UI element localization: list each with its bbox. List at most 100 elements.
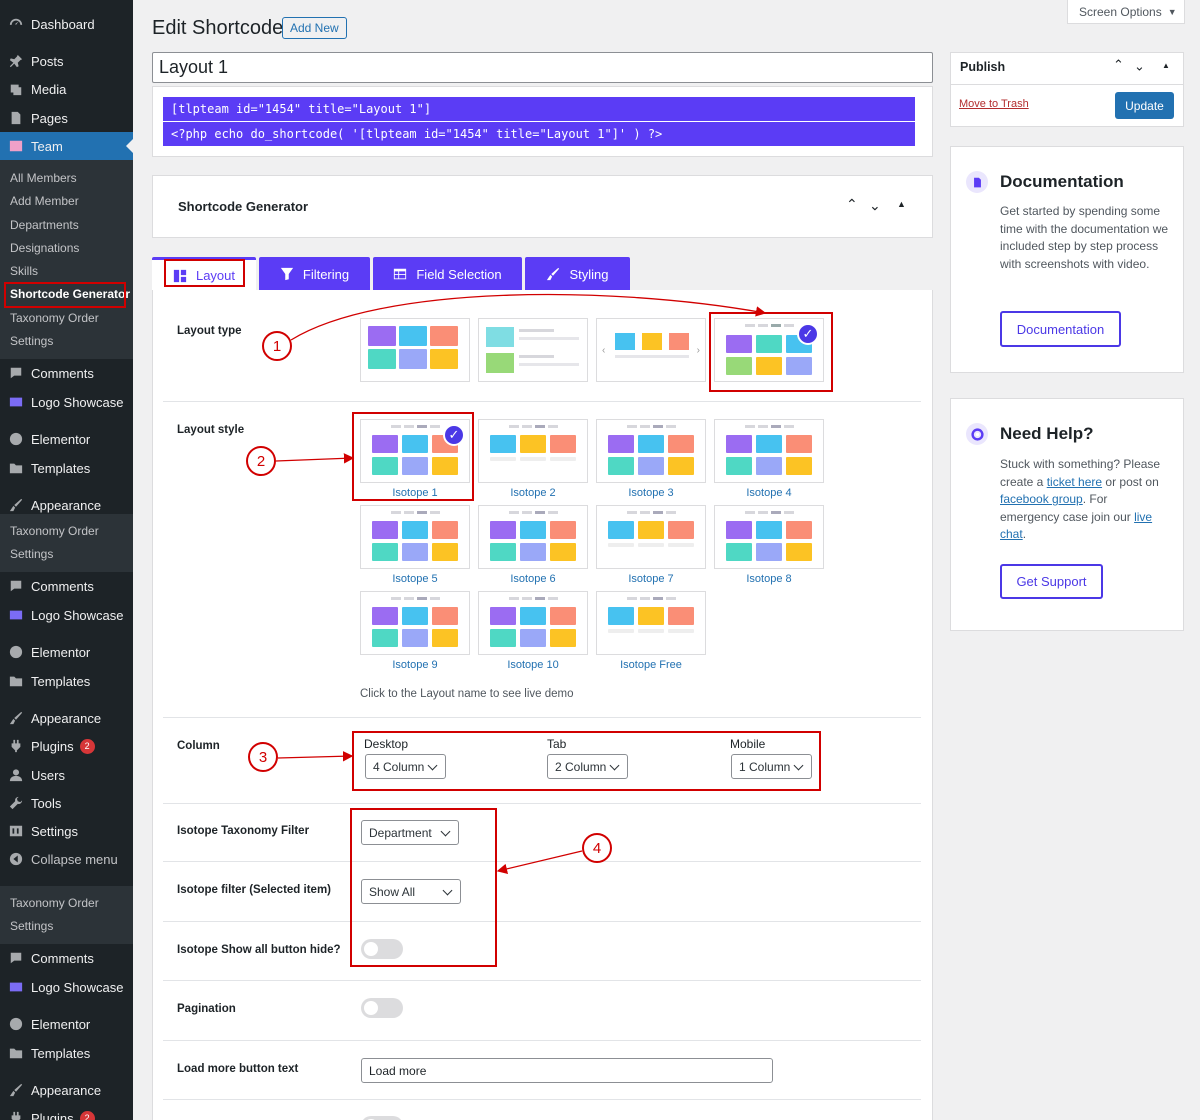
move-up-icon[interactable]: ⌃ <box>846 196 858 213</box>
layout-type-grid[interactable] <box>360 318 470 382</box>
move-down-icon[interactable]: ⌃ <box>1134 57 1145 73</box>
layout-style-name-link[interactable]: Isotope 9 <box>360 659 470 671</box>
layout-style-name-link[interactable]: Isotope 3 <box>596 487 706 499</box>
pagination-toggle[interactable] <box>361 998 403 1018</box>
menu-elementor[interactable]: Elementor <box>0 638 133 666</box>
submenu-skills[interactable]: Skills <box>10 261 38 281</box>
submenu-settings[interactable]: Settings <box>10 544 53 564</box>
menu-logo-showcase[interactable]: Logo Showcase <box>0 388 133 416</box>
filter-icon <box>280 267 293 281</box>
submenu-settings[interactable]: Settings <box>10 331 53 351</box>
folder-icon <box>8 460 24 476</box>
submenu-all-members[interactable]: All Members <box>10 168 77 188</box>
menu-comments[interactable]: Comments <box>0 359 133 387</box>
add-new-button[interactable]: Add New <box>282 17 347 39</box>
menu-label: Logo Showcase <box>31 979 124 995</box>
menu-team[interactable]: Team <box>0 132 133 160</box>
screen-options-button[interactable]: Screen Options ▼ <box>1067 0 1185 24</box>
menu-templates[interactable]: Templates <box>0 667 133 695</box>
layout-style-thumb[interactable] <box>596 505 706 569</box>
menu-appearance[interactable]: Appearance <box>0 704 133 732</box>
layout-style-name-link[interactable]: Isotope 8 <box>714 573 824 585</box>
menu-label: Comments <box>31 578 94 594</box>
layout-style-thumb[interactable] <box>596 591 706 655</box>
update-button[interactable]: Update <box>1115 92 1174 119</box>
menu-comments[interactable]: Comments <box>0 572 133 600</box>
documentation-button[interactable]: Documentation <box>1000 311 1121 347</box>
move-up-icon[interactable]: ⌃ <box>1113 57 1124 73</box>
layout-style-thumb[interactable] <box>478 505 588 569</box>
get-support-button[interactable]: Get Support <box>1000 564 1103 599</box>
menu-templates[interactable]: Templates <box>0 454 133 482</box>
menu-logo-showcase[interactable]: Logo Showcase <box>0 601 133 629</box>
tab-styling[interactable]: Styling <box>525 257 630 291</box>
menu-logo-showcase[interactable]: Logo Showcase <box>0 973 133 1001</box>
menu-elementor[interactable]: Elementor <box>0 425 133 453</box>
tab-field-selection[interactable]: Field Selection <box>373 257 522 291</box>
tab-filtering[interactable]: Filtering <box>259 257 370 291</box>
annotation-marker: 1 <box>262 331 292 361</box>
title-input[interactable]: Layout 1 <box>152 52 933 83</box>
menu-plugins[interactable]: Plugins 2 <box>0 732 133 760</box>
php-shortcode-text[interactable]: <?php echo do_shortcode( '[tlpteam id="1… <box>163 122 915 146</box>
menu-comments[interactable]: Comments <box>0 944 133 972</box>
submenu-settings[interactable]: Settings <box>10 916 53 936</box>
shortcode-text[interactable]: [tlpteam id="1454" title="Layout 1"] <box>163 97 915 121</box>
menu-label: Elementor <box>31 644 91 660</box>
table-icon <box>394 268 407 280</box>
submenu-taxonomy-order[interactable]: Taxonomy Order <box>10 308 99 328</box>
menu-elementor[interactable]: Elementor <box>0 1010 133 1038</box>
menu-users[interactable]: Users <box>0 761 133 789</box>
collapse-toggle-icon[interactable]: ▲ <box>897 199 906 209</box>
submenu-taxonomy-order[interactable]: Taxonomy Order <box>10 893 99 913</box>
submenu-departments[interactable]: Departments <box>10 215 79 235</box>
facebook-group-link[interactable]: facebook group <box>1000 492 1083 506</box>
layout-style-thumb[interactable] <box>596 419 706 483</box>
help-text-part: or post on <box>1102 474 1159 489</box>
layout-style-thumb[interactable] <box>714 419 824 483</box>
layout-style-name-link[interactable]: Isotope 5 <box>360 573 470 585</box>
layout-style-thumb[interactable] <box>478 419 588 483</box>
layout-style-thumb[interactable] <box>360 591 470 655</box>
collapse-toggle-icon[interactable]: ▲ <box>1162 61 1170 70</box>
menu-tools[interactable]: Tools <box>0 789 133 817</box>
menu-pages[interactable]: Pages <box>0 104 133 132</box>
collapse-menu-button[interactable]: Collapse menu <box>0 845 133 873</box>
divider <box>163 861 921 862</box>
layout-style-name-link[interactable]: Isotope 2 <box>478 487 588 499</box>
layout-style-thumb[interactable] <box>714 505 824 569</box>
menu-media[interactable]: Media <box>0 75 133 103</box>
move-down-icon[interactable]: ⌃ <box>869 196 881 213</box>
menu-posts[interactable]: Posts <box>0 47 133 75</box>
divider <box>163 1099 921 1100</box>
load-more-input[interactable]: Load more <box>361 1058 773 1083</box>
comments-icon <box>8 950 24 966</box>
layout-style-thumb[interactable] <box>478 591 588 655</box>
layout-style-name-link[interactable]: Isotope Free <box>596 659 706 671</box>
layout-style-thumb[interactable] <box>360 505 470 569</box>
annotation-marker: 4 <box>582 833 612 863</box>
layout-type-slider[interactable]: ‹ › <box>596 318 706 382</box>
layout-style-name-link[interactable]: Isotope 6 <box>478 573 588 585</box>
next-option-toggle[interactable] <box>361 1116 403 1120</box>
highlight-box <box>352 412 474 501</box>
menu-dashboard[interactable]: Dashboard <box>0 10 133 38</box>
layout-style-name-link[interactable]: Isotope 10 <box>478 659 588 671</box>
menu-templates[interactable]: Templates <box>0 1039 133 1067</box>
layout-style-name-link[interactable]: Isotope 7 <box>596 573 706 585</box>
move-to-trash-link[interactable]: Move to Trash <box>959 98 1029 110</box>
publish-title: Publish <box>960 60 1006 74</box>
menu-label: Elementor <box>31 1016 91 1032</box>
ticket-link[interactable]: ticket here <box>1047 475 1102 489</box>
menu-appearance[interactable]: Appearance <box>0 1076 133 1104</box>
submenu-taxonomy-order[interactable]: Taxonomy Order <box>10 521 99 541</box>
tab-label: Styling <box>569 266 609 282</box>
submenu-add-member[interactable]: Add Member <box>10 191 79 211</box>
layout-type-list[interactable] <box>478 318 588 382</box>
submenu-designations[interactable]: Designations <box>10 238 79 258</box>
chevron-right-icon: › <box>696 345 700 356</box>
menu-label: Logo Showcase <box>31 394 124 410</box>
layout-style-name-link[interactable]: Isotope 4 <box>714 487 824 499</box>
menu-plugins[interactable]: Plugins 2 <box>0 1104 133 1120</box>
menu-settings[interactable]: Settings <box>0 817 133 845</box>
